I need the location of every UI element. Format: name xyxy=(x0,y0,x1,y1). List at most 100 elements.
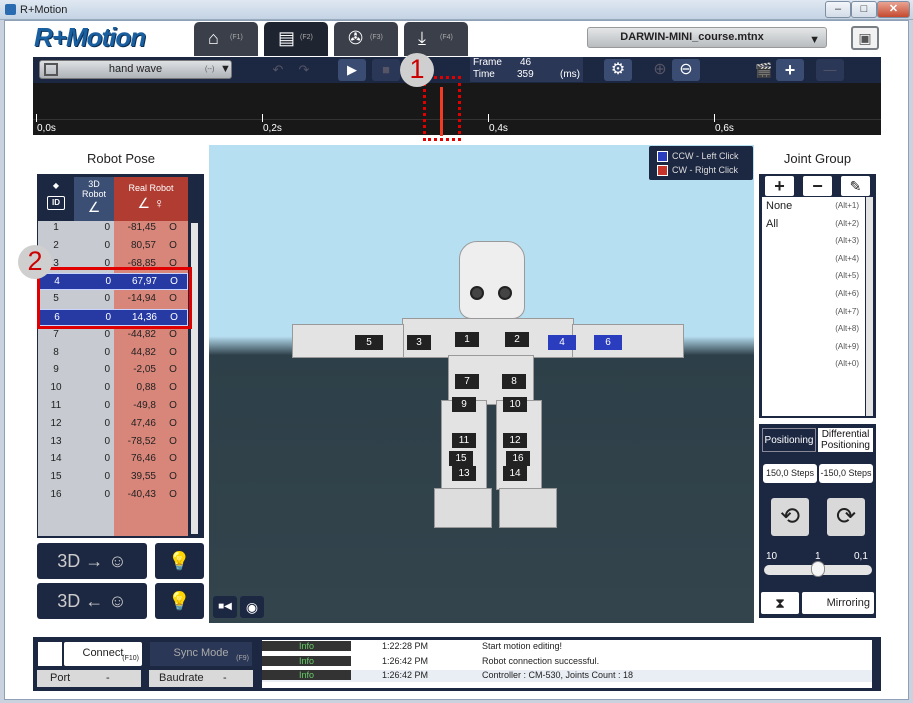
tab-differential-positioning[interactable]: Differential Positioning xyxy=(818,428,873,452)
table-row[interactable]: 13 0 -78,52 O xyxy=(38,434,188,451)
joint-3d-value[interactable]: 0 xyxy=(74,347,110,358)
joint-led[interactable]: O xyxy=(166,418,180,429)
joint-label[interactable]: 1 xyxy=(455,332,479,347)
joint-group-item[interactable]: (Alt+6) xyxy=(766,288,861,305)
joint-label[interactable]: 2 xyxy=(505,332,529,347)
joint-label[interactable]: 14 xyxy=(503,466,527,481)
stop-button[interactable]: ■ xyxy=(372,59,400,81)
tab-positioning[interactable]: Positioning xyxy=(762,428,816,452)
joint-label[interactable]: 16 xyxy=(506,451,530,466)
joint-label[interactable]: 10 xyxy=(503,397,527,412)
save-button[interactable]: ▣ xyxy=(851,26,879,50)
play-button[interactable]: ▶ xyxy=(338,59,366,81)
joint-3d-value[interactable]: 0 xyxy=(74,471,110,482)
joint-group-item[interactable]: All (Alt+2) xyxy=(766,218,861,235)
copy-real-to-3d-button[interactable]: 3D ← ☺ xyxy=(37,583,147,619)
light-on-button[interactable]: 💡 xyxy=(155,543,204,579)
log-row[interactable]: Info 1:26:42 PM Controller : CM-530, Joint… xyxy=(262,670,872,682)
log-row[interactable]: Info 1:26:42 PM Robot connection successfu… xyxy=(262,655,872,668)
remove-group-button[interactable]: − xyxy=(803,176,832,196)
joint-group-item[interactable]: (Alt+7) xyxy=(766,306,861,323)
motion-select[interactable]: hand wave (--) ▼ xyxy=(39,60,232,79)
joint-label[interactable]: 15 xyxy=(449,451,473,466)
table-row[interactable]: 11 0 -49,8 O xyxy=(38,398,188,415)
maximize-button[interactable]: □ xyxy=(851,1,877,18)
edit-group-button[interactable]: ✎ xyxy=(841,176,870,196)
tab-task[interactable]: ✇ (F3) xyxy=(334,22,398,56)
connect-button[interactable]: Connect (F10) xyxy=(64,642,142,666)
clapper-button[interactable]: 🎬 xyxy=(750,59,778,81)
tab-motion[interactable]: ▤ (F2) xyxy=(264,22,328,56)
scrollbar-thumb[interactable] xyxy=(191,223,198,534)
joint-label[interactable]: 6 xyxy=(594,335,622,350)
joint-group-item[interactable]: (Alt+4) xyxy=(766,253,861,270)
joint-led[interactable]: O xyxy=(166,400,180,411)
copy-3d-to-real-button[interactable]: 3D → ☺ xyxy=(37,543,147,579)
ccw-steps-value[interactable]: 150,0 Steps xyxy=(763,464,817,483)
joint-group-item[interactable]: (Alt+8) xyxy=(766,323,861,340)
baudrate-select[interactable]: Baudrate - xyxy=(149,670,253,687)
table-row[interactable]: 2 0 80,57 O xyxy=(38,238,188,255)
joint-3d-value[interactable]: 0 xyxy=(74,400,110,411)
joint-group-item[interactable]: (Alt+3) xyxy=(766,235,861,252)
close-button[interactable]: ✕ xyxy=(877,1,910,18)
joint-3d-value[interactable]: 0 xyxy=(74,489,110,500)
joint-label[interactable]: 13 xyxy=(452,466,476,481)
light-off-button[interactable]: 💡 xyxy=(155,583,204,619)
table-row[interactable]: 10 0 0,88 O xyxy=(38,380,188,397)
add-frame-button[interactable]: + xyxy=(776,59,804,81)
joint-led[interactable]: O xyxy=(166,347,180,358)
joint-3d-value[interactable]: 0 xyxy=(74,240,110,251)
joint-label[interactable]: 9 xyxy=(452,397,476,412)
table-row[interactable]: 12 0 47,46 O xyxy=(38,416,188,433)
joint-label[interactable]: 12 xyxy=(503,433,527,448)
joint-label[interactable]: 4 xyxy=(548,335,576,350)
table-row[interactable]: 14 0 76,46 O xyxy=(38,451,188,468)
zoom-out-button[interactable]: ⊖ xyxy=(672,59,700,81)
add-group-button[interactable]: + xyxy=(765,176,794,196)
mirror-icon[interactable]: ⧗ xyxy=(761,592,799,614)
camera-button[interactable]: ■◀ xyxy=(213,596,237,618)
sync-mode-button[interactable]: Sync Mode (F9) xyxy=(150,642,252,666)
joint-3d-value[interactable]: 0 xyxy=(74,364,110,375)
joint-led[interactable]: O xyxy=(166,364,180,375)
joint-group-item[interactable]: (Alt+5) xyxy=(766,270,861,287)
table-row[interactable]: 7 0 -44,82 O xyxy=(38,327,188,344)
joint-3d-value[interactable]: 0 xyxy=(74,382,110,393)
joint-led[interactable]: O xyxy=(166,489,180,500)
settings-button[interactable]: ⚙ xyxy=(604,59,632,81)
joint-label[interactable]: 3 xyxy=(407,335,431,350)
table-row[interactable]: 8 0 44,82 O xyxy=(38,345,188,362)
undo-button[interactable]: ↶ xyxy=(264,59,292,81)
joint-led[interactable]: O xyxy=(166,382,180,393)
file-select[interactable]: DARWIN-MINI_course.mtnx ▼ xyxy=(587,27,827,48)
joint-led[interactable]: O xyxy=(166,436,180,447)
joint-led[interactable]: O xyxy=(166,453,180,464)
snapshot-button[interactable]: ◉ xyxy=(240,596,264,618)
rotate-ccw-button[interactable]: ⟲ xyxy=(771,498,809,536)
joint-label[interactable]: 5 xyxy=(355,335,383,350)
minimize-button[interactable]: – xyxy=(825,1,851,18)
log-row[interactable]: Info 1:22:28 PM Start motion editing! xyxy=(262,641,872,653)
joint-3d-value[interactable]: 0 xyxy=(74,329,110,340)
rotate-cw-button[interactable]: ⟳ xyxy=(827,498,865,536)
joint-group-item[interactable]: (Alt+9) xyxy=(766,341,861,358)
remove-frame-button[interactable]: — xyxy=(816,59,844,81)
joint-3d-value[interactable]: 0 xyxy=(74,453,110,464)
table-row[interactable]: 15 0 39,55 O xyxy=(38,469,188,486)
table-row[interactable]: 1 0 -81,45 O xyxy=(38,220,188,237)
zoom-in-button[interactable]: ⊕ xyxy=(646,59,674,81)
joint-label[interactable]: 8 xyxy=(502,374,526,389)
table-row[interactable]: 16 0 -40,43 O xyxy=(38,487,188,504)
joint-3d-value[interactable]: 0 xyxy=(74,222,110,233)
tab-download[interactable]: ⤓ (F4) xyxy=(404,22,468,56)
joint-group-scrollbar[interactable] xyxy=(866,197,873,416)
cw-steps-value[interactable]: -150,0 Steps xyxy=(819,464,873,483)
joint-led[interactable]: O xyxy=(166,240,180,251)
joint-3d-value[interactable]: 0 xyxy=(74,436,110,447)
joint-group-item[interactable]: None (Alt+1) xyxy=(766,200,861,217)
joint-led[interactable]: O xyxy=(166,329,180,340)
joint-label[interactable]: 11 xyxy=(452,433,476,448)
table-row[interactable]: 9 0 -2,05 O xyxy=(38,362,188,379)
joint-led[interactable]: O xyxy=(166,222,180,233)
